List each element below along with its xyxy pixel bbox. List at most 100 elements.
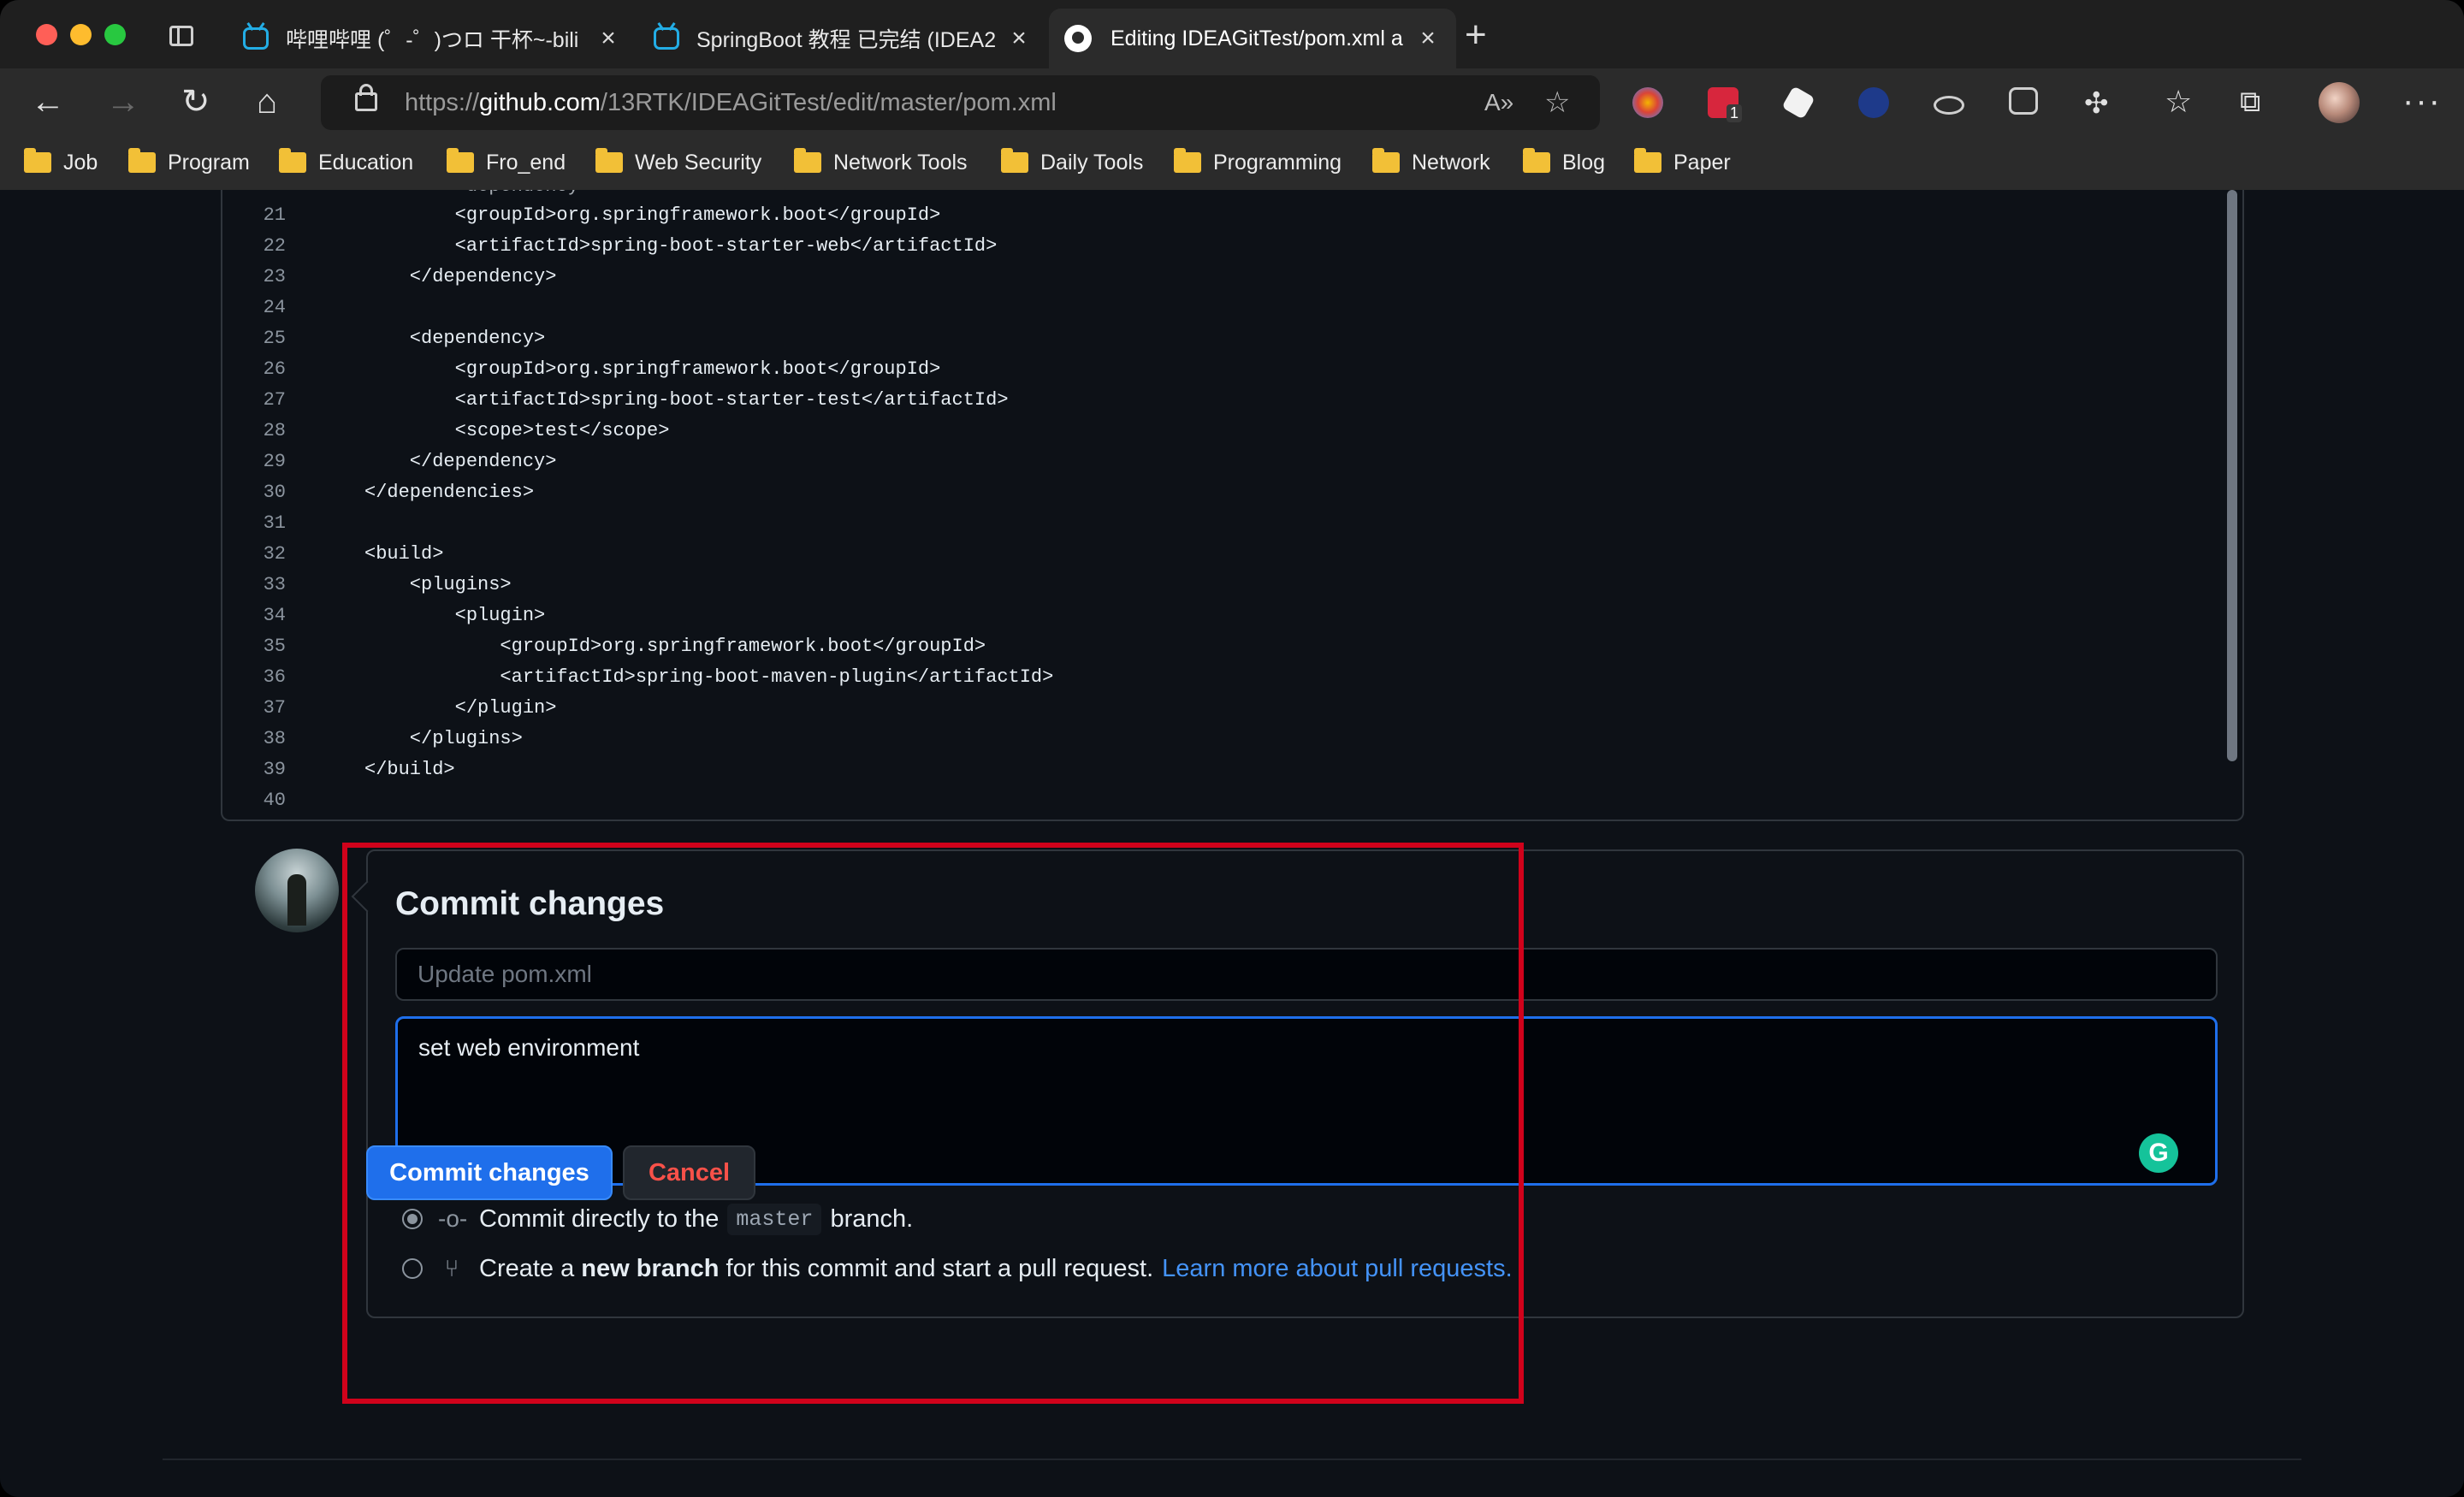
bookmarks-bar: Job Program Education Fro_end Web Securi…	[0, 137, 2464, 191]
bookmark-network-tools[interactable]: Network Tools	[794, 144, 968, 181]
tab-title: 哔哩哔哩 (゜-゜)つロ 干杯~-bili	[286, 28, 579, 52]
commit-direct-option[interactable]: -o- Commit directly to the master branch…	[402, 1202, 913, 1236]
bookmark-job[interactable]: Job	[24, 144, 98, 181]
bookmark-paper[interactable]: Paper	[1634, 144, 1731, 181]
line-number: 39	[263, 759, 286, 780]
line-number: 32	[263, 543, 286, 565]
maximize-window-button[interactable]	[104, 24, 126, 45]
refresh-icon[interactable]: ↻	[181, 80, 210, 123]
folder-icon	[794, 148, 821, 173]
folder-icon	[1634, 148, 1661, 173]
line-code: </dependency>	[364, 266, 557, 287]
back-arrow-icon[interactable]: ←	[31, 80, 65, 123]
minimize-window-button[interactable]	[70, 24, 92, 45]
folder-icon	[128, 148, 156, 173]
line-number: 40	[263, 790, 286, 811]
tab-bilibili-home[interactable]: 哔哩哔哩 (゜-゜)つロ 干杯~-bili ×	[228, 9, 637, 68]
tab-github-editing[interactable]: Editing IDEAGitTest/pom.xml a ×	[1049, 9, 1456, 68]
code-line: 34 <plugin>	[222, 601, 2190, 631]
line-code: <artifactId>spring-boot-starter-web</art…	[364, 235, 998, 257]
user-avatar[interactable]	[255, 849, 339, 932]
code-line: 40	[222, 785, 2190, 816]
code-line: 22 <artifactId>spring-boot-starter-web</…	[222, 231, 2190, 262]
extension-badge: 1	[1727, 104, 1743, 122]
close-tab-icon[interactable]: ×	[595, 24, 621, 53]
extension-glasses-icon[interactable]	[1934, 96, 1964, 115]
extension-hexagon-icon[interactable]	[1781, 86, 1815, 120]
collections-icon[interactable]: ⧉	[2240, 80, 2260, 123]
line-code: </build>	[364, 759, 455, 780]
line-number: 28	[263, 420, 286, 441]
line-number: 24	[263, 297, 286, 318]
url-path: /13RTK/IDEAGitTest/edit/master/pom.xml	[600, 89, 1057, 116]
extensions-puzzle-icon[interactable]: ✣	[2084, 82, 2109, 125]
bookmark-label: Job	[63, 150, 98, 175]
code-line: 25 <dependency>	[222, 323, 2190, 354]
git-commit-icon: -o-	[438, 1205, 468, 1232]
line-code: </dependencies>	[364, 482, 535, 503]
commit-summary-input[interactable]	[395, 948, 2218, 1001]
favorites-icon[interactable]: ☆	[2165, 80, 2192, 123]
bookmark-education[interactable]: Education	[279, 144, 413, 181]
code-line: 33 <plugins>	[222, 570, 2190, 601]
line-code: </dependency>	[364, 451, 557, 472]
commit-changes-button[interactable]: Commit changes	[366, 1145, 613, 1200]
add-favorite-icon[interactable]: ☆	[1544, 86, 1570, 120]
tab-title: Editing IDEAGitTest/pom.xml a	[1111, 26, 1403, 50]
bilibili-icon	[654, 27, 679, 50]
read-aloud-icon[interactable]: A»	[1484, 89, 1513, 116]
extension-red-icon[interactable]: 1	[1708, 87, 1743, 122]
learn-more-pull-requests-link[interactable]: Learn more about pull requests.	[1162, 1255, 1512, 1283]
bookmark-fro-end[interactable]: Fro_end	[447, 144, 566, 181]
line-number: 34	[263, 605, 286, 626]
bookmark-label: Fro_end	[486, 150, 566, 175]
extension-cursor-icon[interactable]	[1858, 87, 1889, 118]
new-tab-button[interactable]: +	[1465, 14, 1487, 56]
folder-icon	[1174, 148, 1201, 173]
code-line: 29 </dependency>	[222, 447, 2190, 477]
folder-icon	[1001, 148, 1028, 173]
url-scheme: https://	[405, 89, 480, 116]
bookmark-blog[interactable]: Blog	[1523, 144, 1605, 181]
bookmark-daily-tools[interactable]: Daily Tools	[1001, 144, 1143, 181]
folder-icon	[24, 148, 51, 173]
lock-icon[interactable]	[355, 84, 377, 111]
bookmark-programming[interactable]: Programming	[1174, 144, 1342, 181]
bookmark-web-security[interactable]: Web Security	[595, 144, 761, 181]
line-number: 30	[263, 482, 286, 503]
code-line: 37 </plugin>	[222, 693, 2190, 724]
close-tab-icon[interactable]: ×	[1006, 24, 1032, 53]
address-bar[interactable]: https://github.com/13RTK/IDEAGitTest/edi…	[321, 75, 1600, 130]
close-tab-icon[interactable]: ×	[1415, 24, 1441, 53]
line-code: <groupId>org.springframework.boot</group…	[364, 636, 986, 657]
home-icon[interactable]: ⌂	[257, 80, 277, 123]
github-icon	[1064, 25, 1092, 52]
tab-actions-icon[interactable]	[169, 26, 193, 46]
url-text[interactable]: https://github.com/13RTK/IDEAGitTest/edi…	[405, 89, 1057, 117]
editor-scrollbar[interactable]	[2227, 190, 2237, 761]
line-number: 36	[263, 666, 286, 688]
close-window-button[interactable]	[36, 24, 57, 45]
bookmark-network[interactable]: Network	[1372, 144, 1490, 181]
line-code: <artifactId>spring-boot-maven-plugin</ar…	[364, 666, 1054, 688]
extension-color-icon[interactable]	[1632, 87, 1663, 118]
line-code: <scope>test</scope>	[364, 420, 670, 441]
extension-reader-icon[interactable]	[2009, 87, 2038, 115]
line-code: <dependency>	[364, 328, 546, 349]
folder-icon	[595, 148, 623, 173]
grammarly-icon[interactable]: G	[2139, 1133, 2178, 1173]
tab-springboot-tutorial[interactable]: SpringBoot 教程 已完结 (IDEA2 ×	[638, 9, 1047, 68]
code-editor[interactable]: <dependency> 21 <groupId>org.springframe…	[221, 190, 2244, 821]
forward-arrow-icon[interactable]: →	[106, 80, 140, 123]
code-line: 28 <scope>test</scope>	[222, 416, 2190, 447]
footer-divider	[163, 1459, 2301, 1460]
bookmark-program[interactable]: Program	[128, 144, 250, 181]
new-branch-option[interactable]: ⑂ Create a new branch for this commit an…	[402, 1251, 1513, 1286]
commit-direct-radio[interactable]	[402, 1209, 423, 1229]
new-branch-radio[interactable]	[402, 1258, 423, 1279]
profile-avatar[interactable]	[2319, 82, 2360, 123]
cancel-button[interactable]: Cancel	[623, 1145, 755, 1200]
more-options-icon[interactable]: ···	[2402, 82, 2442, 121]
line-number: 26	[263, 358, 286, 380]
code-line: 23 </dependency>	[222, 262, 2190, 293]
